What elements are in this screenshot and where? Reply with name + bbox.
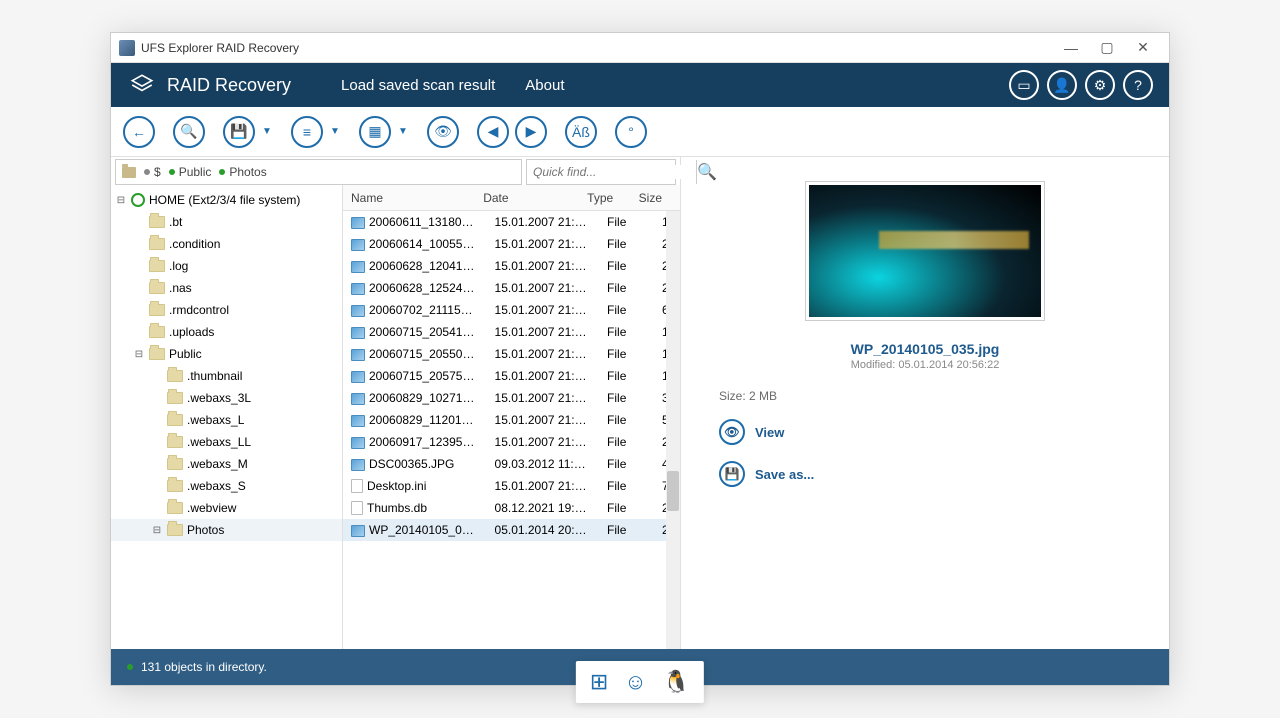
header-settings-icon[interactable]: ⚙ <box>1085 70 1115 100</box>
menu-load-saved[interactable]: Load saved scan result <box>341 77 495 94</box>
app-icon <box>119 40 135 56</box>
table-row[interactable]: WP_20140105_035.jpg05.01.2014 20:56:22Fi… <box>343 519 680 541</box>
tree-item[interactable]: .thumbnail <box>111 365 342 387</box>
back-button[interactable]: ← <box>123 116 155 148</box>
mac-icon: ☺ <box>624 669 646 695</box>
scroll-thumb[interactable] <box>667 471 679 511</box>
tree-item[interactable]: .webaxs_3L <box>111 387 342 409</box>
header-card-icon[interactable]: ▭ <box>1009 70 1039 100</box>
folder-icon <box>122 167 136 178</box>
quick-find: 🔍 <box>526 159 676 185</box>
list-dropdown-icon[interactable]: ▼ <box>329 126 341 137</box>
tree-item[interactable]: .nas <box>111 277 342 299</box>
table-row[interactable]: Desktop.ini15.01.2007 21:23:23File77 byt… <box>343 475 680 497</box>
logo-icon <box>127 70 157 100</box>
table-row[interactable]: 20060917_123954.JPG15.01.2007 21:23:23Fi… <box>343 431 680 453</box>
search-button[interactable]: 🔍 <box>173 116 205 148</box>
status-dot-icon <box>127 664 133 670</box>
linux-icon: 🐧 <box>663 669 690 695</box>
tree-item[interactable]: .webaxs_L <box>111 409 342 431</box>
file-list-headers[interactable]: Name Date Type Size <box>343 185 680 211</box>
tree-item[interactable]: ⊟Public <box>111 343 342 365</box>
save-button[interactable]: 💾 <box>223 116 255 148</box>
tree-item[interactable]: .webview <box>111 497 342 519</box>
table-row[interactable]: 20060829_102716.JPG15.01.2007 21:23:20Fi… <box>343 387 680 409</box>
header-help-icon[interactable]: ? <box>1123 70 1153 100</box>
path-seg-2[interactable]: Photos <box>229 165 266 179</box>
tree-item[interactable]: .condition <box>111 233 342 255</box>
folder-tree[interactable]: ⊟HOME (Ext2/3/4 file system).bt.conditio… <box>111 185 343 649</box>
table-row[interactable]: Thumbs.db08.12.2021 19:25:54File2.11 MB <box>343 497 680 519</box>
preview-filename: WP_20140105_035.jpg <box>851 341 1000 357</box>
preview-modified: Modified: 05.01.2014 20:56:22 <box>851 359 1000 371</box>
windows-icon: ⊞ <box>590 669 608 695</box>
path-seg-1[interactable]: Public <box>179 165 212 179</box>
toolbar: ← 🔍 💾 ▼ ≡ ▼ ▦ ▼ 👁 ◀ ▶ Äß ° <box>111 107 1169 157</box>
table-row[interactable]: 20060829_112016.JPG15.01.2007 21:23:20Fi… <box>343 409 680 431</box>
col-type[interactable]: Type <box>579 191 631 205</box>
table-row[interactable]: 20060715_205752.jpg15.01.2007 21:23:19Fi… <box>343 365 680 387</box>
tree-item[interactable]: .webaxs_LL <box>111 431 342 453</box>
tree-item[interactable]: .rmdcontrol <box>111 299 342 321</box>
table-row[interactable]: 20060611_131806.JPG15.01.2007 21:23:03Fi… <box>343 211 680 233</box>
person-button[interactable]: ° <box>615 116 647 148</box>
grid-button[interactable]: ▦ <box>359 116 391 148</box>
menu-about[interactable]: About <box>525 77 564 94</box>
path-seg-0[interactable]: $ <box>154 165 161 179</box>
table-row[interactable]: 20060715_205506.jpg15.01.2007 21:23:19Fi… <box>343 343 680 365</box>
grid-dropdown-icon[interactable]: ▼ <box>397 126 409 137</box>
header-user-icon[interactable]: 👤 <box>1047 70 1077 100</box>
scrollbar[interactable] <box>666 211 680 649</box>
tree-item[interactable]: .webaxs_S <box>111 475 342 497</box>
encoding-button[interactable]: Äß <box>565 116 597 148</box>
app-header: RAID Recovery Load saved scan result Abo… <box>111 63 1169 107</box>
list-button[interactable]: ≡ <box>291 116 323 148</box>
prev-button[interactable]: ◀ <box>477 116 509 148</box>
breadcrumb[interactable]: $ Public Photos <box>115 159 522 185</box>
quick-find-input[interactable] <box>527 165 696 179</box>
col-size[interactable]: Size <box>631 191 680 205</box>
table-row[interactable]: 20060628_1252462.jpg15.01.2007 21:23:18F… <box>343 277 680 299</box>
binoculars-button[interactable]: 👁 <box>427 116 459 148</box>
tree-item[interactable]: ⊟HOME (Ext2/3/4 file system) <box>111 189 342 211</box>
close-button[interactable]: ✕ <box>1125 36 1161 60</box>
view-button[interactable]: 👁 View <box>719 419 784 445</box>
table-row[interactable]: 20060628_120416.jpg15.01.2007 21:23:02Fi… <box>343 255 680 277</box>
next-button[interactable]: ▶ <box>515 116 547 148</box>
save-dropdown-icon[interactable]: ▼ <box>261 126 273 137</box>
tree-item[interactable]: ⊟Photos <box>111 519 342 541</box>
preview-image <box>805 181 1045 321</box>
titlebar: UFS Explorer RAID Recovery ― ▢ ✕ <box>111 33 1169 63</box>
save-as-button[interactable]: 💾 Save as... <box>719 461 814 487</box>
tree-item[interactable]: .log <box>111 255 342 277</box>
os-badge: ⊞ ☺ 🐧 <box>576 661 704 703</box>
brand-label: RAID Recovery <box>167 75 291 96</box>
maximize-button[interactable]: ▢ <box>1089 36 1125 60</box>
tree-item[interactable]: .webaxs_M <box>111 453 342 475</box>
tree-item[interactable]: .bt <box>111 211 342 233</box>
table-row[interactable]: DSC00365.JPG09.03.2012 11:21:24File4.44 … <box>343 453 680 475</box>
col-date[interactable]: Date <box>475 191 579 205</box>
eye-icon: 👁 <box>719 419 745 445</box>
minimize-button[interactable]: ― <box>1053 36 1089 60</box>
app-title: UFS Explorer RAID Recovery <box>141 41 299 55</box>
disk-icon: 💾 <box>719 461 745 487</box>
tree-item[interactable]: .uploads <box>111 321 342 343</box>
preview-size: Size: 2 MB <box>719 389 777 403</box>
file-list[interactable]: 20060611_131806.JPG15.01.2007 21:23:03Fi… <box>343 211 680 649</box>
preview-panel: WP_20140105_035.jpg Modified: 05.01.2014… <box>681 157 1169 649</box>
table-row[interactable]: 20060614_100554.jpg15.01.2007 21:23:04Fi… <box>343 233 680 255</box>
status-text: 131 objects in directory. <box>141 660 267 674</box>
table-row[interactable]: 20060715_205416.jpg15.01.2007 21:23:19Fi… <box>343 321 680 343</box>
col-name[interactable]: Name <box>343 191 475 205</box>
table-row[interactable]: 20060702_211152.JPG15.01.2007 21:23:19Fi… <box>343 299 680 321</box>
